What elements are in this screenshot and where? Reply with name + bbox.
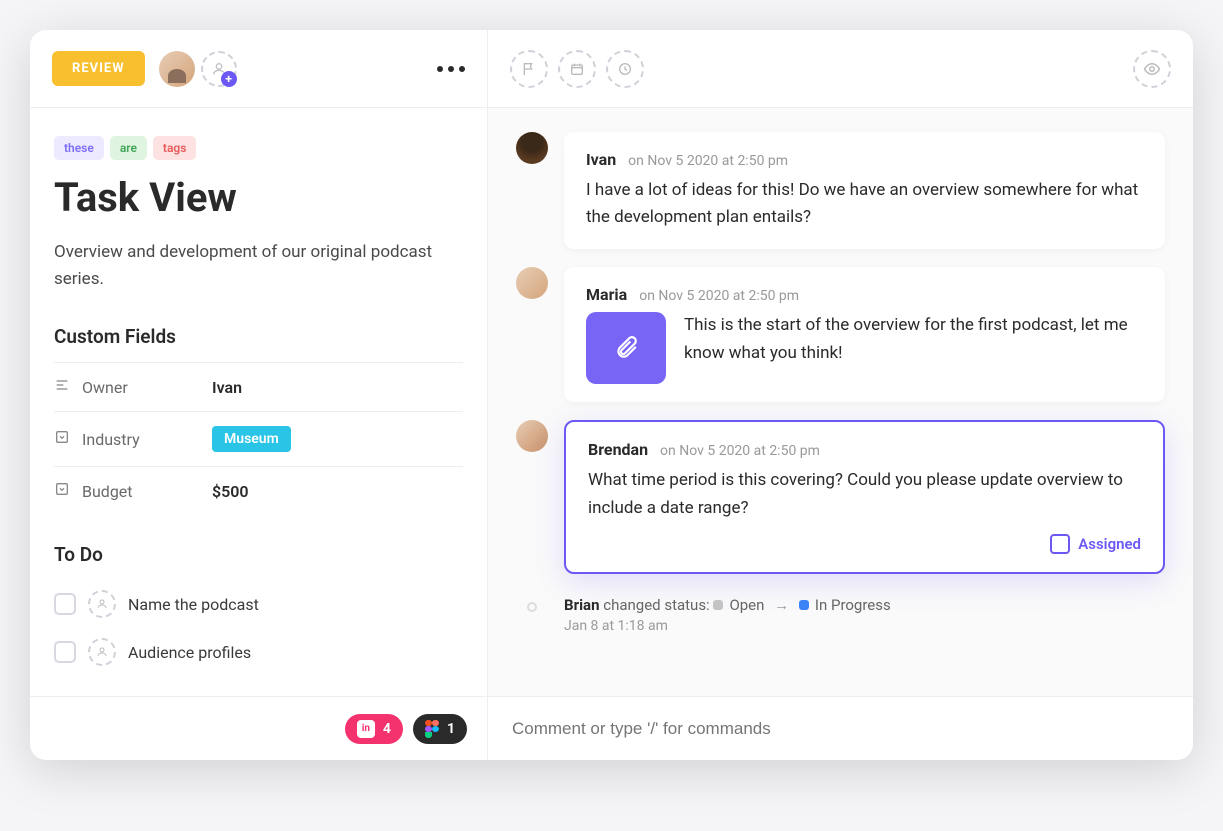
comment-card-assigned[interactable]: Brendan on Nov 5 2020 at 2:50 pm What ti… [564,420,1165,573]
integration-count: 1 [447,721,455,737]
comment: Ivan on Nov 5 2020 at 2:50 pm I have a l… [516,132,1165,249]
toolbar-icons [510,50,644,88]
comment-author: Maria [586,285,627,304]
field-value[interactable]: Ivan [212,378,242,397]
todo-label: Audience profiles [128,643,251,662]
todo-assignee-button[interactable] [88,638,116,666]
topbar-right [488,30,1193,108]
comment-avatar[interactable] [516,420,548,452]
integration-count: 4 [383,721,391,737]
comment-timestamp: on Nov 5 2020 at 2:50 pm [660,443,820,459]
field-value-chip[interactable]: Museum [212,426,291,452]
assignee-avatars [159,51,237,87]
clock-icon[interactable] [606,50,644,88]
add-assignee-button[interactable] [201,51,237,87]
comment-author: Brendan [588,440,648,459]
plus-icon [221,71,237,87]
footer: in 4 1 [30,696,1193,760]
dropdown-field-icon [54,481,82,501]
todo-heading: To Do [54,543,463,566]
task-window: REVIEW [30,30,1193,760]
topbar: REVIEW [30,30,1193,108]
todo-item: Name the podcast [54,580,463,628]
assigned-checkbox[interactable] [1050,534,1070,554]
field-budget: Budget $500 [54,466,463,515]
assigned-label: Assigned [1078,535,1141,553]
page-title: Task View [54,174,463,221]
field-owner: Owner Ivan [54,362,463,411]
tags-row: these are tags [54,136,463,160]
comment-card[interactable]: Ivan on Nov 5 2020 at 2:50 pm I have a l… [564,132,1165,249]
tag[interactable]: tags [153,136,196,160]
comment-timestamp: on Nov 5 2020 at 2:50 pm [628,153,788,169]
dropdown-field-icon [54,429,82,449]
field-value[interactable]: $500 [212,482,249,501]
watch-icon[interactable] [1133,50,1171,88]
field-label: Budget [82,482,212,501]
page-description: Overview and development of our original… [54,239,463,293]
flag-icon[interactable] [510,50,548,88]
activity-pane: Ivan on Nov 5 2020 at 2:50 pm I have a l… [488,108,1193,696]
field-label: Industry [82,430,212,449]
activity-text: Brian changed status: Open → In Progress [564,596,891,614]
activity-timestamp: Jan 8 at 1:18 am [564,618,891,634]
assignee-avatar[interactable] [159,51,195,87]
assigned-indicator[interactable]: Assigned [588,534,1141,554]
comment-input[interactable] [512,719,1169,739]
field-label: Owner [82,378,212,397]
figma-icon [425,720,439,738]
status-color-icon [713,600,723,610]
tag[interactable]: are [110,136,147,160]
comment-timestamp: on Nov 5 2020 at 2:50 pm [639,288,799,304]
attachment-icon[interactable] [586,312,666,384]
comment-body: This is the start of the overview for th… [684,312,1143,366]
footer-right [488,697,1193,760]
todo-checkbox[interactable] [54,641,76,663]
todo-label: Name the podcast [128,595,259,614]
comment-avatar[interactable] [516,267,548,299]
topbar-left: REVIEW [30,30,488,108]
comment-card[interactable]: Maria on Nov 5 2020 at 2:50 pm This is t… [564,267,1165,402]
more-menu-button[interactable] [437,66,465,72]
status-to: In Progress [815,596,891,614]
tag[interactable]: these [54,136,104,160]
comment-author: Ivan [586,150,616,169]
main: these are tags Task View Overview and de… [30,108,1193,696]
status-color-icon [799,600,809,610]
todo-section: To Do Name the podcast Audience profiles [54,543,463,676]
custom-fields-heading: Custom Fields [54,325,463,348]
todo-item: Audience profiles [54,628,463,676]
comment-avatar[interactable] [516,132,548,164]
left-pane: these are tags Task View Overview and de… [30,108,488,696]
activity-action: changed status: [603,596,709,614]
status-from: Open [729,596,764,614]
status-badge[interactable]: REVIEW [52,51,145,86]
invision-badge[interactable]: in 4 [345,714,403,744]
footer-left: in 4 1 [30,697,488,760]
todo-checkbox[interactable] [54,593,76,615]
comment-body: I have a lot of ideas for this! Do we ha… [586,177,1143,231]
text-field-icon [54,377,82,397]
comment-body: What time period is this covering? Could… [588,467,1141,521]
activity-entry: Brian changed status: Open → In Progress… [516,592,1165,634]
calendar-icon[interactable] [558,50,596,88]
figma-badge[interactable]: 1 [413,714,467,744]
activity-actor: Brian [564,596,599,614]
activity-dot-icon [527,602,537,612]
comment: Maria on Nov 5 2020 at 2:50 pm This is t… [516,267,1165,402]
invision-icon: in [357,720,375,738]
todo-assignee-button[interactable] [88,590,116,618]
comment: Brendan on Nov 5 2020 at 2:50 pm What ti… [516,420,1165,573]
arrow-icon: → [774,596,789,614]
field-industry: Industry Museum [54,411,463,466]
